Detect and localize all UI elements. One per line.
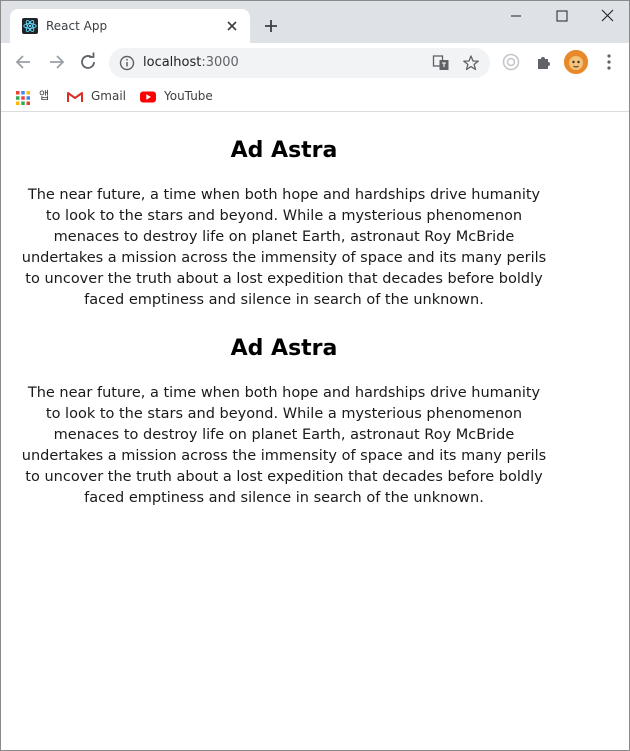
info-icon[interactable] <box>119 55 135 71</box>
movie-article: Ad Astra The near future, a time when bo… <box>21 335 547 509</box>
browser-window: React App localhost:3000 앱 Gmail YouTube… <box>0 0 630 751</box>
tab-title: React App <box>46 19 108 33</box>
tab-strip: React App <box>1 1 629 43</box>
apps-grid-icon <box>16 90 30 105</box>
bookmarks-bar: 앱 Gmail YouTube <box>1 81 629 112</box>
extensions-puzzle-icon[interactable] <box>534 52 554 72</box>
minimize-icon[interactable] <box>493 1 539 31</box>
address-bar[interactable]: localhost:3000 <box>109 48 490 78</box>
movie-title: Ad Astra <box>230 138 338 163</box>
youtube-icon <box>140 91 156 102</box>
bookmark-gmail-label: Gmail <box>91 89 127 103</box>
tab-react-app[interactable]: React App <box>10 9 250 43</box>
bookmark-app-label[interactable]: 앱 <box>39 86 53 106</box>
window-close-icon[interactable] <box>585 1 630 31</box>
movie-article: Ad Astra The near future, a time when bo… <box>21 137 547 311</box>
bookmark-apps[interactable] <box>15 86 31 106</box>
new-tab-icon[interactable] <box>263 18 279 34</box>
more-menu-icon[interactable] <box>599 52 619 72</box>
forward-icon[interactable] <box>45 51 67 73</box>
avatar-face-icon <box>564 50 588 74</box>
bookmark-youtube-label: YouTube <box>164 89 213 103</box>
translate-icon[interactable] <box>432 54 450 72</box>
bookmark-youtube[interactable]: YouTube <box>140 86 213 106</box>
reload-icon[interactable] <box>77 51 99 73</box>
toolbar: localhost:3000 <box>1 43 629 81</box>
extension-circle-icon[interactable] <box>501 52 521 72</box>
url-port: :3000 <box>201 55 239 70</box>
movie-title: Ad Astra <box>230 336 338 361</box>
movie-description: The near future, a time when both hope a… <box>21 385 547 506</box>
gmail-icon <box>67 91 83 102</box>
url-text[interactable]: localhost:3000 <box>143 55 239 71</box>
close-tab-icon[interactable] <box>224 18 240 34</box>
profile-avatar[interactable] <box>564 50 588 74</box>
bookmark-star-icon[interactable] <box>462 54 480 72</box>
movie-description: The near future, a time when both hope a… <box>21 187 547 308</box>
page-content: Ad Astra The near future, a time when bo… <box>1 112 629 750</box>
react-icon <box>22 18 38 34</box>
bookmark-gmail[interactable]: Gmail <box>67 86 126 106</box>
url-host: localhost <box>143 55 202 70</box>
maximize-icon[interactable] <box>539 1 585 31</box>
back-icon[interactable] <box>13 51 35 73</box>
